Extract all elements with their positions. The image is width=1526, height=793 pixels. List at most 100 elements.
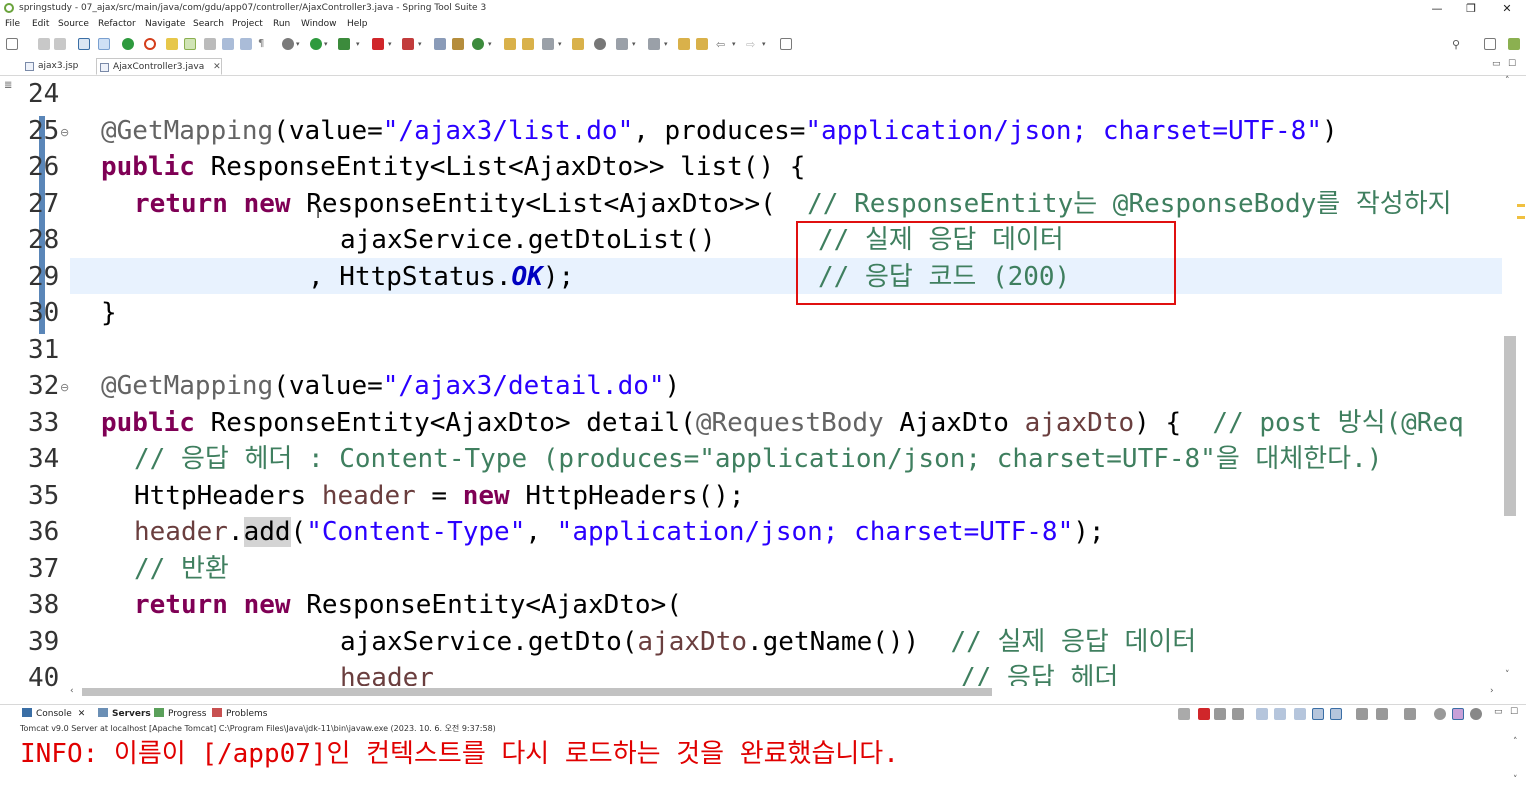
- pilcrow-icon[interactable]: ¶: [258, 38, 270, 50]
- chevron-down-icon[interactable]: ▾: [632, 40, 636, 48]
- new-class-icon[interactable]: [472, 38, 484, 50]
- display-console-icon[interactable]: [1376, 708, 1388, 720]
- back-arrow-icon[interactable]: ⇦: [716, 38, 728, 51]
- maximize-view-icon[interactable]: ☐: [1510, 707, 1518, 717]
- chevron-down-icon[interactable]: ▾: [296, 40, 300, 48]
- horizontal-scrollbar[interactable]: ‹ ›: [70, 686, 1502, 698]
- minimize-view-icon[interactable]: ▭: [1494, 707, 1503, 717]
- back-to-icon[interactable]: [696, 38, 708, 50]
- show-on-error-icon[interactable]: [1330, 708, 1342, 720]
- previous-annotation-icon[interactable]: [648, 38, 660, 50]
- open-task-icon[interactable]: [522, 38, 534, 50]
- whitespace-icon[interactable]: [204, 38, 216, 50]
- scroll-down-icon[interactable]: ˅: [1513, 775, 1518, 785]
- tab-progress[interactable]: Progress: [154, 708, 206, 719]
- chevron-down-icon[interactable]: ▾: [558, 40, 562, 48]
- scroll-lock-icon[interactable]: [1274, 708, 1286, 720]
- tab-ajax3-jsp[interactable]: ajax3.jsp: [22, 58, 78, 75]
- scroll-up-icon[interactable]: ˄: [1513, 737, 1518, 747]
- maximize-view-icon[interactable]: ☐: [1508, 59, 1516, 69]
- stop-icon[interactable]: [372, 38, 384, 50]
- scroll-up-icon[interactable]: ˄: [1505, 76, 1510, 86]
- overview-marker[interactable]: [1517, 204, 1525, 207]
- vertical-scrollbar[interactable]: ˄ ˅: [1502, 76, 1526, 688]
- debug-icon[interactable]: [282, 38, 294, 50]
- remove-all-icon[interactable]: [1232, 708, 1244, 720]
- scroll-right-icon[interactable]: ›: [1490, 686, 1494, 696]
- overview-marker[interactable]: [1517, 216, 1525, 219]
- highlight-icon[interactable]: [184, 38, 196, 50]
- menu-refactor[interactable]: Refactor: [98, 19, 136, 29]
- forward-arrow-icon[interactable]: ⇨: [746, 38, 758, 51]
- minimize-button[interactable]: —: [1418, 0, 1456, 17]
- word-wrap-icon[interactable]: [1294, 708, 1306, 720]
- save-icon[interactable]: [38, 38, 50, 50]
- new-icon[interactable]: [6, 38, 18, 50]
- open-type-icon[interactable]: [504, 38, 516, 50]
- minimize-view-icon[interactable]: ▭: [1492, 59, 1501, 69]
- copy-icon[interactable]: [1178, 708, 1190, 720]
- external-tools-icon[interactable]: [402, 38, 414, 50]
- scroll-left-icon[interactable]: ‹: [70, 686, 74, 696]
- coverage-icon[interactable]: [338, 38, 350, 50]
- show-on-output-icon[interactable]: [1312, 708, 1324, 720]
- globe-icon[interactable]: [594, 38, 606, 50]
- chevron-down-icon[interactable]: ▾: [664, 40, 668, 48]
- collapse-icon[interactable]: ⊖: [60, 126, 69, 139]
- chevron-down-icon[interactable]: ▾: [356, 40, 360, 48]
- tab-console[interactable]: Console ✕: [22, 708, 85, 719]
- code-editor[interactable]: @GetMapping(value="/ajax3/list.do", prod…: [70, 76, 1502, 688]
- open-perspective-icon[interactable]: [1484, 38, 1496, 50]
- scroll-down-icon[interactable]: ˅: [1505, 670, 1510, 680]
- clear-console-icon[interactable]: [1256, 708, 1268, 720]
- pin-editor-icon[interactable]: [780, 38, 792, 50]
- tab-ajaxcontroller3-java[interactable]: AjaxController3.java ✕: [96, 58, 222, 75]
- gear-icon[interactable]: [1470, 708, 1482, 720]
- chevron-down-icon[interactable]: ▾: [418, 40, 422, 48]
- next-annotation-icon[interactable]: [616, 38, 628, 50]
- refresh-icon[interactable]: [144, 38, 156, 50]
- console-view-icon[interactable]: [78, 38, 90, 50]
- search-toolbar-icon[interactable]: [542, 38, 554, 50]
- chevron-down-icon[interactable]: ▾: [388, 40, 392, 48]
- search-icon[interactable]: ⚲: [1452, 38, 1464, 51]
- open-file-icon[interactable]: [572, 38, 584, 50]
- chevron-down-icon[interactable]: ▾: [732, 40, 736, 48]
- run-icon[interactable]: [310, 38, 322, 50]
- chevron-down-icon[interactable]: ▾: [488, 40, 492, 48]
- scrollbar-thumb[interactable]: [82, 688, 992, 696]
- open-console-icon[interactable]: [1404, 708, 1416, 720]
- spring-boot-icon[interactable]: [122, 38, 134, 50]
- close-window-button[interactable]: ✕: [1488, 0, 1526, 17]
- spring-perspective-icon[interactable]: [1508, 38, 1520, 50]
- maximize-button[interactable]: ❐: [1452, 0, 1490, 17]
- console-scrollbar[interactable]: ˄ ˅: [1512, 737, 1524, 789]
- block-select-icon[interactable]: [222, 38, 234, 50]
- format-icon[interactable]: [240, 38, 252, 50]
- close-icon[interactable]: ✕: [78, 709, 86, 719]
- remove-launch-icon[interactable]: [1214, 708, 1226, 720]
- scrollbar-thumb[interactable]: [1504, 336, 1516, 516]
- build-icon[interactable]: [166, 38, 178, 50]
- tab-servers[interactable]: Servers: [98, 708, 151, 719]
- collapse-icon[interactable]: ⊖: [60, 381, 69, 394]
- pin-console-icon[interactable]: [1356, 708, 1368, 720]
- menu-file[interactable]: File: [5, 19, 20, 29]
- tab-problems[interactable]: Problems: [212, 708, 267, 719]
- new-java-project-icon[interactable]: [434, 38, 446, 50]
- menu-search[interactable]: Search: [193, 19, 224, 29]
- chevron-down-icon[interactable]: ▾: [324, 40, 328, 48]
- menu-run[interactable]: Run: [273, 19, 290, 29]
- toggle-mark-icon[interactable]: [98, 38, 110, 50]
- save-all-icon[interactable]: [54, 38, 66, 50]
- chevron-down-icon[interactable]: ▾: [762, 40, 766, 48]
- last-edit-icon[interactable]: [678, 38, 690, 50]
- menu-project[interactable]: Project: [232, 19, 263, 29]
- globe-icon[interactable]: [1434, 708, 1446, 720]
- debug-view-icon[interactable]: [1452, 708, 1464, 720]
- menu-edit[interactable]: Edit: [32, 19, 49, 29]
- menu-navigate[interactable]: Navigate: [145, 19, 185, 29]
- menu-source[interactable]: Source: [58, 19, 89, 29]
- menu-help[interactable]: Help: [347, 19, 368, 29]
- terminate-icon[interactable]: [1198, 708, 1210, 720]
